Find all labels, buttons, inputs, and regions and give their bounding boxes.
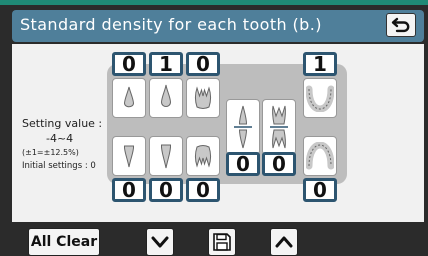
lower-arch-icon: [306, 142, 334, 170]
tooth-upper-incisor[interactable]: [112, 78, 146, 118]
decrease-button[interactable]: [146, 228, 174, 256]
setting-info: Setting value : -4~4 (±1=±12.5%) Initial…: [22, 117, 112, 171]
tooth-middle-left[interactable]: [226, 99, 260, 155]
save-button[interactable]: [208, 228, 236, 256]
tooth-lower-molar[interactable]: [186, 136, 220, 176]
upper-incisor-icon: [123, 86, 135, 108]
tooth-upper-molar[interactable]: [186, 78, 220, 118]
chevron-up-icon: [275, 236, 293, 248]
settings-panel: Setting value : -4~4 (±1=±12.5%) Initial…: [12, 44, 424, 222]
header-bar: Standard density for each tooth (b.): [12, 10, 424, 42]
upper-molar-icon: [195, 86, 211, 109]
tooth-lower-arch[interactable]: [303, 136, 337, 176]
setting-step-note: (±1=±12.5%): [22, 148, 79, 157]
tooth-lower-incisor[interactable]: [112, 136, 146, 176]
lower-canine-icon: [160, 144, 172, 169]
setting-value-label: Setting value :: [22, 117, 103, 130]
tooth-pair-icon: [234, 105, 252, 149]
upper-arch-icon: [306, 85, 334, 112]
value-upper-incisor[interactable]: 0: [112, 52, 146, 76]
tooth-upper-arch[interactable]: [303, 78, 337, 118]
value-upper-arch[interactable]: 1: [303, 52, 337, 76]
lower-molar-icon: [195, 145, 211, 168]
page-title: Standard density for each tooth (b.): [20, 15, 322, 34]
tooth-upper-canine[interactable]: [149, 78, 183, 118]
setting-range: -4~4: [46, 132, 74, 145]
value-lower-canine[interactable]: 0: [149, 178, 183, 202]
value-lower-arch[interactable]: 0: [303, 178, 337, 202]
chevron-down-icon: [151, 236, 169, 248]
molar-pair-icon: [270, 105, 288, 149]
value-upper-canine[interactable]: 1: [149, 52, 183, 76]
value-lower-molar[interactable]: 0: [186, 178, 220, 202]
lower-incisor-icon: [123, 145, 135, 168]
all-clear-button[interactable]: All Clear: [28, 228, 100, 256]
tooth-lower-canine[interactable]: [149, 136, 183, 176]
value-upper-molar[interactable]: 0: [186, 52, 220, 76]
tooth-middle-right[interactable]: [262, 99, 296, 155]
value-middle-left[interactable]: 0: [226, 152, 260, 176]
return-arrow-icon: [391, 17, 410, 33]
value-lower-incisor[interactable]: 0: [112, 178, 146, 202]
floppy-disk-icon: [213, 233, 231, 251]
top-accent-line: [0, 0, 428, 5]
upper-canine-icon: [160, 84, 172, 107]
initial-settings: Initial settings : 0: [22, 161, 96, 171]
value-middle-right[interactable]: 0: [262, 152, 296, 176]
increase-button[interactable]: [270, 228, 298, 256]
back-button[interactable]: [386, 13, 416, 37]
